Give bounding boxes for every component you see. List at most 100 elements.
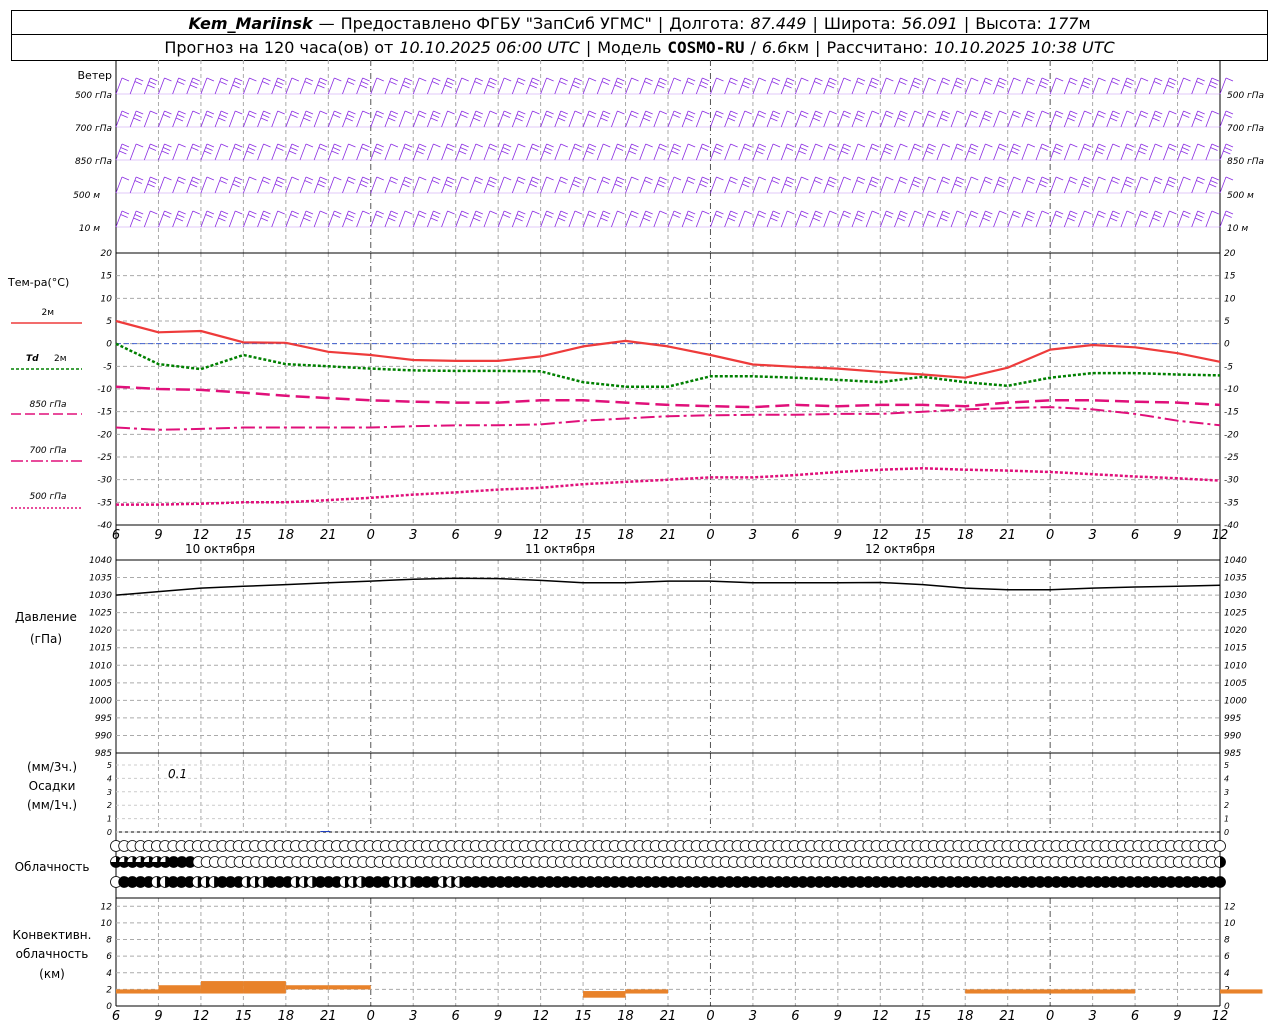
wind-barb-feather bbox=[516, 81, 525, 85]
temp-tick-label: -20 bbox=[97, 430, 112, 440]
convective-bar bbox=[158, 985, 201, 994]
wind-barb-feather bbox=[518, 210, 526, 215]
wind-barb bbox=[582, 176, 590, 194]
wind-level-label: 850 гПа bbox=[75, 157, 112, 167]
wind-barb bbox=[639, 176, 647, 194]
wind-barb bbox=[115, 176, 123, 194]
wind-barb bbox=[540, 176, 547, 194]
wind-barb-feather bbox=[473, 117, 481, 122]
wind-barb-feather bbox=[359, 183, 368, 188]
wind-barb-feather bbox=[954, 84, 962, 89]
wind-barb bbox=[568, 143, 576, 161]
wind-barb-feather bbox=[433, 110, 441, 115]
wind-barb-feather bbox=[998, 81, 1006, 85]
wind-barb bbox=[384, 143, 392, 161]
wind-barb bbox=[667, 77, 675, 95]
wind-barb-feather bbox=[516, 114, 525, 118]
wind-barb-feather bbox=[914, 176, 922, 181]
wind-barb bbox=[228, 110, 236, 128]
wind-barb bbox=[596, 77, 604, 95]
wind-barb bbox=[894, 77, 901, 95]
time-tick-label: 3 bbox=[1088, 1009, 1096, 1024]
time-tick-label: 6 bbox=[791, 528, 799, 543]
wind-barb-feather bbox=[1012, 114, 1020, 118]
wind-barb-feather bbox=[232, 84, 240, 89]
wind-barb-feather bbox=[345, 117, 353, 122]
temp-tick-label: 5 bbox=[106, 317, 112, 327]
wind-barb-feather bbox=[148, 180, 157, 184]
wind-barb bbox=[1035, 143, 1043, 161]
wind-barb-feather bbox=[1152, 117, 1160, 122]
wind-barb bbox=[908, 110, 915, 128]
wind-barb-feather bbox=[757, 114, 765, 118]
wind-level-label-right: 10 м bbox=[1227, 224, 1248, 234]
temp-tick-label-right: -5 bbox=[1224, 362, 1233, 372]
cloud-symbols-layer bbox=[110, 840, 1226, 888]
wind-barb-feather bbox=[871, 77, 880, 82]
wind-barb-feather bbox=[927, 114, 935, 118]
time-tick-label: 9 bbox=[154, 528, 162, 543]
wind-barb bbox=[186, 143, 194, 161]
wind-barb-feather bbox=[1197, 176, 1205, 181]
wind-barb-feather bbox=[971, 143, 979, 148]
wind-barb bbox=[710, 176, 717, 194]
wind-barb bbox=[922, 77, 930, 95]
wind-barb-feather bbox=[121, 110, 130, 115]
wind-barb-feather bbox=[161, 150, 169, 155]
wind-barb bbox=[186, 210, 194, 228]
wind-barb-feather bbox=[886, 210, 894, 215]
wind-barb bbox=[526, 143, 533, 161]
wind-barb-feather bbox=[856, 114, 864, 118]
wind-barb-feather bbox=[1183, 77, 1191, 82]
wind-barb-feather bbox=[985, 176, 993, 181]
time-tick-label: 21 bbox=[660, 1009, 677, 1024]
wind-barb bbox=[200, 176, 208, 194]
wind-barb bbox=[894, 143, 901, 161]
wind-barb-feather bbox=[727, 117, 736, 122]
wind-barb bbox=[1205, 110, 1213, 128]
wind-barb-feather bbox=[417, 114, 426, 118]
wind-barb-feather bbox=[475, 176, 484, 181]
wind-barb-feather bbox=[317, 84, 325, 89]
wind-barb-feather bbox=[1041, 143, 1050, 148]
wind-barb bbox=[766, 176, 774, 194]
wind-barb-feather bbox=[1098, 143, 1106, 148]
wind-barb-feather bbox=[546, 143, 554, 148]
wind-barb-feather bbox=[433, 77, 441, 82]
temp-tick-label: -40 bbox=[97, 521, 112, 531]
wind-barb bbox=[526, 110, 533, 128]
wind-barb-feather bbox=[1225, 110, 1234, 115]
wind-barb bbox=[511, 143, 519, 161]
wind-barb-feather bbox=[433, 143, 441, 148]
wind-barb-feather bbox=[359, 84, 368, 89]
wind-barb-feather bbox=[247, 114, 256, 118]
time-tick-label: 12 bbox=[193, 528, 210, 543]
wind-barb bbox=[427, 77, 434, 95]
wind-barb-feather bbox=[871, 210, 880, 215]
wind-barb bbox=[582, 77, 590, 95]
wind-barb-feather bbox=[189, 183, 198, 188]
wind-barb-feather bbox=[928, 143, 936, 148]
wind-barb-feather bbox=[461, 176, 469, 181]
wind-barb-feather bbox=[702, 176, 710, 181]
wind-barb-feather bbox=[1112, 210, 1120, 215]
convective-bar bbox=[583, 991, 626, 998]
wind-barb-feather bbox=[1140, 77, 1149, 82]
wind-barb bbox=[894, 176, 901, 194]
wind-barb bbox=[766, 77, 774, 95]
wind-barb-feather bbox=[503, 143, 512, 148]
wind-barb bbox=[1177, 176, 1184, 194]
wind-barb-feather bbox=[546, 110, 554, 115]
wind-barb-feather bbox=[771, 114, 779, 118]
pressure-tick-label-right: 1040 bbox=[1224, 556, 1247, 566]
wind-barb-feather bbox=[1140, 176, 1149, 181]
wind-barb-feather bbox=[871, 110, 880, 115]
wind-barb-feather bbox=[996, 84, 1005, 89]
wind-barb bbox=[228, 143, 236, 161]
wind-barb-feather bbox=[1084, 110, 1092, 115]
wind-barb-feather bbox=[1040, 81, 1048, 85]
wind-barb bbox=[681, 176, 689, 194]
wind-barb-feather bbox=[276, 180, 284, 184]
wind-barb bbox=[823, 110, 831, 128]
wind-barb-feather bbox=[205, 147, 213, 151]
